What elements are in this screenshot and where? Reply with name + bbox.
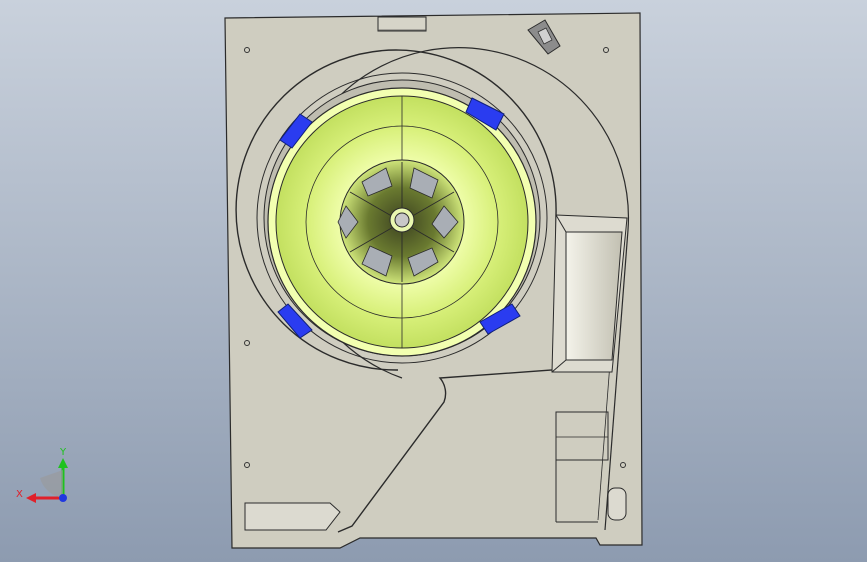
- cad-3d-viewport[interactable]: Y X: [0, 0, 867, 562]
- slot-cutout: [607, 487, 627, 521]
- z-axis-dot: [59, 494, 67, 502]
- outlet-opening: [565, 231, 623, 361]
- model-scene[interactable]: Y X: [0, 0, 867, 562]
- shaft: [394, 212, 410, 228]
- x-axis-label: X: [16, 489, 23, 500]
- y-axis-label: Y: [59, 447, 67, 458]
- top-tab: [377, 16, 427, 32]
- lower-window: [244, 502, 341, 531]
